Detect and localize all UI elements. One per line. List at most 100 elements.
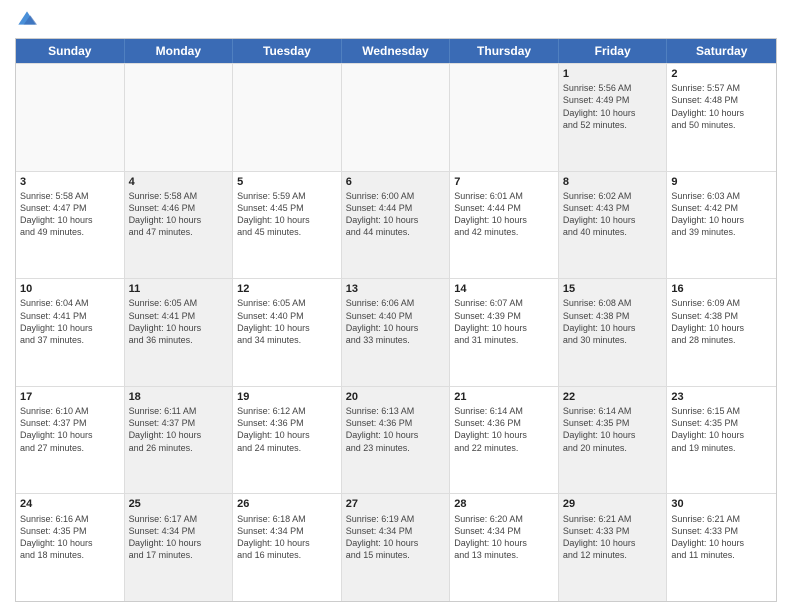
cell-info: Sunrise: 6:02 AM Sunset: 4:43 PM Dayligh… <box>563 190 663 239</box>
day-number: 4 <box>129 175 229 189</box>
cal-cell-27: 27 Sunrise: 6:19 AM Sunset: 4:34 PM Dayli… <box>342 494 451 601</box>
day-number: 7 <box>454 175 554 189</box>
cell-info: Sunrise: 6:08 AM Sunset: 4:38 PM Dayligh… <box>563 297 663 346</box>
cal-cell-5: 5Sunrise: 5:59 AM Sunset: 4:45 PM Daylig… <box>233 172 342 279</box>
cal-cell-10: 10Sunrise: 6:04 AM Sunset: 4:41 PM Dayli… <box>16 279 125 386</box>
cal-cell-19: 19Sunrise: 6:12 AM Sunset: 4:36 PM Dayli… <box>233 387 342 494</box>
cell-info: Sunrise: 6:09 AM Sunset: 4:38 PM Dayligh… <box>671 297 772 346</box>
cal-cell-empty <box>16 64 125 171</box>
day-number: 17 <box>20 390 120 404</box>
cal-cell-26: 26Sunrise: 6:18 AM Sunset: 4:34 PM Dayli… <box>233 494 342 601</box>
logo <box>15 10 37 30</box>
cell-info: Sunrise: 5:58 AM Sunset: 4:47 PM Dayligh… <box>20 190 120 239</box>
cal-cell-12: 12Sunrise: 6:05 AM Sunset: 4:40 PM Dayli… <box>233 279 342 386</box>
day-number: 15 <box>563 282 663 296</box>
day-number: 28 <box>454 497 554 511</box>
cell-info: Sunrise: 6:17 AM Sunset: 4:34 PM Dayligh… <box>129 513 229 562</box>
cal-row-3: 17Sunrise: 6:10 AM Sunset: 4:37 PM Dayli… <box>16 386 776 494</box>
cal-cell-25: 25 Sunrise: 6:17 AM Sunset: 4:34 PM Dayli… <box>125 494 234 601</box>
day-number: 19 <box>237 390 337 404</box>
day-number: 29 <box>563 497 663 511</box>
cell-info: Sunrise: 6:05 AM Sunset: 4:40 PM Dayligh… <box>237 297 337 346</box>
cell-info: Sunrise: 6:12 AM Sunset: 4:36 PM Dayligh… <box>237 405 337 454</box>
day-number: 30 <box>671 497 772 511</box>
cal-header-friday: Friday <box>559 39 668 63</box>
cal-cell-empty <box>125 64 234 171</box>
cell-info: Sunrise: 6:20 AM Sunset: 4:34 PM Dayligh… <box>454 513 554 562</box>
day-number: 11 <box>129 282 229 296</box>
cal-row-1: 3Sunrise: 5:58 AM Sunset: 4:47 PM Daylig… <box>16 171 776 279</box>
cal-cell-28: 28 Sunrise: 6:20 AM Sunset: 4:34 PM Dayli… <box>450 494 559 601</box>
cal-cell-1: 1Sunrise: 5:56 AM Sunset: 4:49 PM Daylig… <box>559 64 668 171</box>
cell-info: Sunrise: 6:21 AM Sunset: 4:33 PM Dayligh… <box>671 513 772 562</box>
day-number: 21 <box>454 390 554 404</box>
cell-info: Sunrise: 5:59 AM Sunset: 4:45 PM Dayligh… <box>237 190 337 239</box>
cell-info: Sunrise: 6:14 AM Sunset: 4:36 PM Dayligh… <box>454 405 554 454</box>
calendar-header: SundayMondayTuesdayWednesdayThursdayFrid… <box>16 39 776 63</box>
cell-info: Sunrise: 6:07 AM Sunset: 4:39 PM Dayligh… <box>454 297 554 346</box>
cal-cell-3: 3Sunrise: 5:58 AM Sunset: 4:47 PM Daylig… <box>16 172 125 279</box>
day-number: 13 <box>346 282 446 296</box>
cal-header-thursday: Thursday <box>450 39 559 63</box>
day-number: 3 <box>20 175 120 189</box>
day-number: 5 <box>237 175 337 189</box>
cell-info: Sunrise: 6:04 AM Sunset: 4:41 PM Dayligh… <box>20 297 120 346</box>
cell-info: Sunrise: 6:14 AM Sunset: 4:35 PM Dayligh… <box>563 405 663 454</box>
day-number: 27 <box>346 497 446 511</box>
cell-info: Sunrise: 5:57 AM Sunset: 4:48 PM Dayligh… <box>671 82 772 131</box>
cal-cell-2: 2Sunrise: 5:57 AM Sunset: 4:48 PM Daylig… <box>667 64 776 171</box>
day-number: 22 <box>563 390 663 404</box>
day-number: 9 <box>671 175 772 189</box>
cal-cell-16: 16Sunrise: 6:09 AM Sunset: 4:38 PM Dayli… <box>667 279 776 386</box>
cal-cell-29: 29 Sunrise: 6:21 AM Sunset: 4:33 PM Dayli… <box>559 494 668 601</box>
day-number: 12 <box>237 282 337 296</box>
day-number: 14 <box>454 282 554 296</box>
cal-cell-24: 24Sunrise: 6:16 AM Sunset: 4:35 PM Dayli… <box>16 494 125 601</box>
cell-info: Sunrise: 6:01 AM Sunset: 4:44 PM Dayligh… <box>454 190 554 239</box>
day-number: 6 <box>346 175 446 189</box>
cal-cell-21: 21Sunrise: 6:14 AM Sunset: 4:36 PM Dayli… <box>450 387 559 494</box>
calendar-body: 1Sunrise: 5:56 AM Sunset: 4:49 PM Daylig… <box>16 63 776 601</box>
day-number: 16 <box>671 282 772 296</box>
cal-cell-30: 30 Sunrise: 6:21 AM Sunset: 4:33 PM Dayli… <box>667 494 776 601</box>
cell-info: Sunrise: 6:05 AM Sunset: 4:41 PM Dayligh… <box>129 297 229 346</box>
cal-cell-15: 15Sunrise: 6:08 AM Sunset: 4:38 PM Dayli… <box>559 279 668 386</box>
cal-cell-22: 22Sunrise: 6:14 AM Sunset: 4:35 PM Dayli… <box>559 387 668 494</box>
cal-cell-empty <box>342 64 451 171</box>
day-number: 25 <box>129 497 229 511</box>
cal-header-tuesday: Tuesday <box>233 39 342 63</box>
cal-header-monday: Monday <box>125 39 234 63</box>
day-number: 20 <box>346 390 446 404</box>
cell-info: Sunrise: 6:19 AM Sunset: 4:34 PM Dayligh… <box>346 513 446 562</box>
cal-cell-17: 17Sunrise: 6:10 AM Sunset: 4:37 PM Dayli… <box>16 387 125 494</box>
day-number: 2 <box>671 67 772 81</box>
cal-cell-4: 4Sunrise: 5:58 AM Sunset: 4:46 PM Daylig… <box>125 172 234 279</box>
cal-header-sunday: Sunday <box>16 39 125 63</box>
cell-info: Sunrise: 6:10 AM Sunset: 4:37 PM Dayligh… <box>20 405 120 454</box>
page: SundayMondayTuesdayWednesdayThursdayFrid… <box>0 0 792 612</box>
cal-header-saturday: Saturday <box>667 39 776 63</box>
logo-icon <box>17 10 37 30</box>
cell-info: Sunrise: 6:03 AM Sunset: 4:42 PM Dayligh… <box>671 190 772 239</box>
cal-row-2: 10Sunrise: 6:04 AM Sunset: 4:41 PM Dayli… <box>16 278 776 386</box>
calendar: SundayMondayTuesdayWednesdayThursdayFrid… <box>15 38 777 602</box>
day-number: 1 <box>563 67 663 81</box>
cell-info: Sunrise: 6:06 AM Sunset: 4:40 PM Dayligh… <box>346 297 446 346</box>
day-number: 10 <box>20 282 120 296</box>
cal-header-wednesday: Wednesday <box>342 39 451 63</box>
cell-info: Sunrise: 6:16 AM Sunset: 4:35 PM Dayligh… <box>20 513 120 562</box>
cal-cell-empty <box>450 64 559 171</box>
day-number: 18 <box>129 390 229 404</box>
cell-info: Sunrise: 6:18 AM Sunset: 4:34 PM Dayligh… <box>237 513 337 562</box>
cal-cell-14: 14Sunrise: 6:07 AM Sunset: 4:39 PM Dayli… <box>450 279 559 386</box>
cal-row-0: 1Sunrise: 5:56 AM Sunset: 4:49 PM Daylig… <box>16 63 776 171</box>
day-number: 23 <box>671 390 772 404</box>
cal-cell-11: 11Sunrise: 6:05 AM Sunset: 4:41 PM Dayli… <box>125 279 234 386</box>
cal-cell-9: 9Sunrise: 6:03 AM Sunset: 4:42 PM Daylig… <box>667 172 776 279</box>
cell-info: Sunrise: 6:21 AM Sunset: 4:33 PM Dayligh… <box>563 513 663 562</box>
cal-cell-18: 18Sunrise: 6:11 AM Sunset: 4:37 PM Dayli… <box>125 387 234 494</box>
cal-cell-23: 23Sunrise: 6:15 AM Sunset: 4:35 PM Dayli… <box>667 387 776 494</box>
cal-cell-13: 13Sunrise: 6:06 AM Sunset: 4:40 PM Dayli… <box>342 279 451 386</box>
cal-row-4: 24Sunrise: 6:16 AM Sunset: 4:35 PM Dayli… <box>16 493 776 601</box>
day-number: 8 <box>563 175 663 189</box>
